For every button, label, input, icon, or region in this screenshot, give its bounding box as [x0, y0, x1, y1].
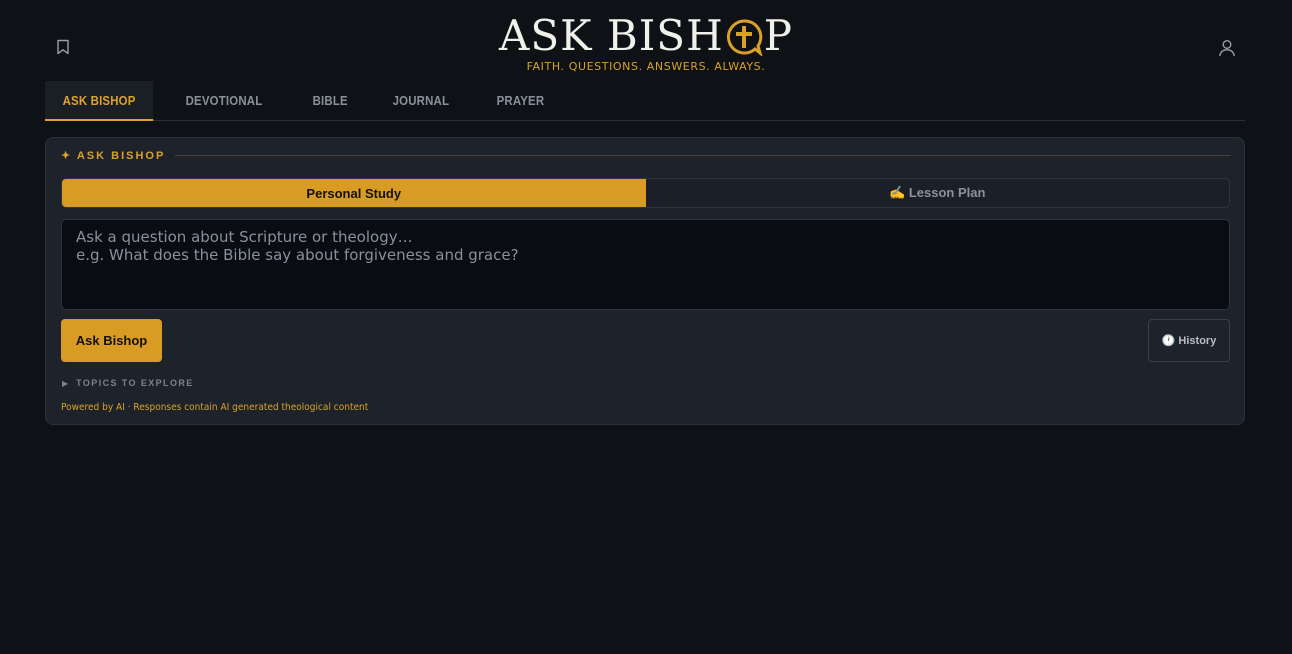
- lesson-plan-button[interactable]: ✍️ Lesson Plan: [646, 179, 1230, 207]
- tab-bible[interactable]: BIBLE: [295, 81, 365, 120]
- triangle-right-icon: ▶: [62, 378, 69, 388]
- ai-disclaimer: Powered by AI · Responses contain AI gen…: [61, 402, 369, 413]
- logo-title-right: P: [763, 11, 793, 60]
- logo-title-left: ASK BISH: [499, 11, 724, 60]
- section-label: ✦ ASK BISHOP: [61, 149, 166, 162]
- tab-journal[interactable]: JOURNAL: [375, 81, 467, 120]
- ask-bishop-card: ✦ ASK BISHOP Personal Study ✍️ Lesson Pl…: [45, 137, 1245, 425]
- account-button[interactable]: [1216, 37, 1238, 59]
- cross-speech-bubble-icon: [726, 19, 763, 56]
- mode-toggle: Personal Study ✍️ Lesson Plan: [61, 178, 1230, 208]
- section-divider: [175, 154, 1231, 156]
- tab-ask-bishop[interactable]: ASK BISHOP: [45, 81, 154, 121]
- topics-label: TOPICS TO EXPLORE: [76, 378, 194, 388]
- question-input[interactable]: Ask a question about Scripture or theolo…: [61, 219, 1230, 310]
- ask-bishop-button[interactable]: Ask Bishop: [61, 319, 162, 362]
- bookmark-icon: [57, 39, 69, 55]
- bookmarks-button[interactable]: [53, 37, 73, 57]
- logo-tagline: FAITH. QUESTIONS. ANSWERS. ALWAYS.: [526, 60, 766, 73]
- topics-to-explore-toggle[interactable]: ▶ TOPICS TO EXPLORE: [62, 377, 194, 389]
- top-bar: ASK BISH P FAITH. QUESTIONS. ANSWERS. AL…: [0, 0, 1292, 80]
- history-button[interactable]: 🕐 History: [1148, 319, 1230, 362]
- card-header: ✦ ASK BISHOP: [61, 148, 1231, 162]
- tab-devotional[interactable]: DEVOTIONAL: [168, 81, 280, 120]
- tab-prayer[interactable]: PRAYER: [479, 81, 562, 120]
- main-tabs: ASK BISHOP DEVOTIONAL BIBLE JOURNAL PRAY…: [45, 81, 1245, 121]
- logo-title: ASK BISH P: [446, 12, 846, 60]
- personal-study-button[interactable]: Personal Study: [62, 179, 646, 207]
- user-icon: [1219, 40, 1235, 57]
- app-logo: ASK BISH P FAITH. QUESTIONS. ANSWERS. AL…: [446, 12, 846, 76]
